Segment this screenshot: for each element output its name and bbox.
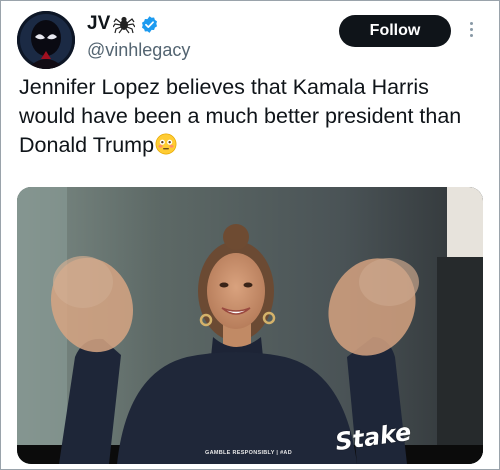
tweet-text: Jennifer Lopez believes that Kamala Harr… <box>19 75 462 157</box>
ad-disclaimer: GAMBLE RESPONSIBLY | #AD <box>205 450 292 456</box>
author-handle[interactable]: @vinhlegacy <box>87 40 190 61</box>
tweet-media-video[interactable]: GAMBLE RESPONSIBLY | #AD Stake <box>17 187 483 464</box>
avatar[interactable] <box>17 11 75 69</box>
video-frame-illustration <box>17 187 483 464</box>
follow-button[interactable]: Follow <box>339 15 451 47</box>
tweet-card: JV @vinhlegacy Follow Jennifer Lopez bel… <box>0 0 500 470</box>
spider-emoji-icon <box>113 16 136 34</box>
flushed-face-emoji-icon <box>155 133 177 155</box>
tweet-text-container: Jennifer Lopez believes that Kamala Harr… <box>19 73 489 160</box>
author-name-row[interactable]: JV <box>87 13 159 35</box>
more-vertical-icon[interactable] <box>467 19 475 43</box>
verified-badge-icon <box>142 15 158 33</box>
display-name[interactable]: JV <box>87 13 110 35</box>
